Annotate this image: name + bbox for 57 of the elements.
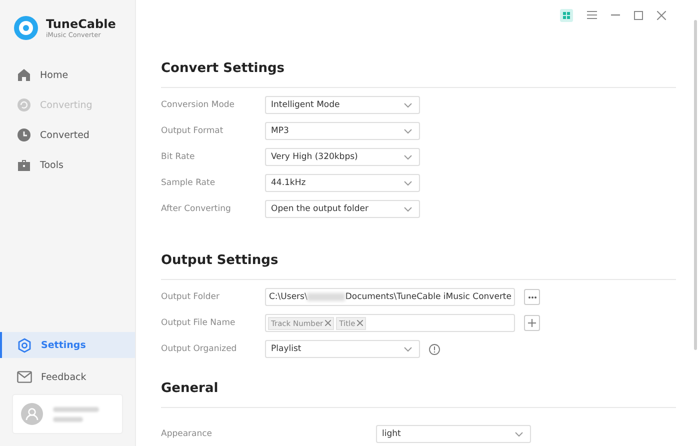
app-name: TuneCable xyxy=(46,16,116,30)
remove-icon[interactable] xyxy=(325,320,332,326)
section-title: Output Settings xyxy=(161,253,280,270)
browse-button[interactable] xyxy=(524,289,540,305)
section-title: Convert Settings xyxy=(161,61,286,78)
field-label: Sample Rate xyxy=(161,178,216,188)
blurred-text xyxy=(53,416,83,422)
mail-icon xyxy=(17,371,32,383)
dropdown[interactable]: MP3 xyxy=(265,122,420,140)
close-icon[interactable] xyxy=(657,10,666,20)
avatar-icon xyxy=(21,403,43,425)
blurred-text xyxy=(53,406,99,412)
grid-icon[interactable] xyxy=(560,8,573,22)
nav-item[interactable]: Feedback xyxy=(0,362,135,392)
add-button[interactable] xyxy=(524,315,540,331)
chevron-down-icon xyxy=(404,128,412,134)
dropdown[interactable]: light xyxy=(376,425,531,443)
blurred-text xyxy=(307,293,346,301)
plus-icon xyxy=(528,319,536,327)
field-label: Bit Rate xyxy=(161,152,196,162)
info-icon[interactable] xyxy=(429,344,440,354)
field-label: Output Folder xyxy=(161,292,220,302)
dropdown[interactable]: Intelligent Mode xyxy=(265,96,420,114)
field-label: Output Format xyxy=(161,126,224,136)
refresh-icon xyxy=(17,98,31,112)
section-title: General xyxy=(161,381,220,398)
field-label: Conversion Mode xyxy=(161,100,236,110)
path-text: Documents\TuneCable iMusic Converte xyxy=(345,292,512,302)
dropdown[interactable]: Open the output folder xyxy=(265,200,420,218)
maximize-icon[interactable] xyxy=(634,10,643,20)
home-icon xyxy=(17,68,31,82)
dropdown[interactable]: 44.1kHz xyxy=(265,174,420,192)
nav-item[interactable]: Tools xyxy=(0,150,135,180)
chevron-down-icon xyxy=(404,180,412,186)
settings-icon xyxy=(17,338,32,352)
field-label: Output File Name xyxy=(161,318,236,328)
chevron-down-icon xyxy=(404,154,412,160)
folder-path-field[interactable]: C:\Users\ Documents\TuneCable iMusic Converte xyxy=(265,288,515,306)
field-label: Output Organized xyxy=(161,344,238,354)
remove-icon[interactable] xyxy=(357,320,364,326)
dropdown[interactable]: Playlist xyxy=(265,340,420,358)
chevron-down-icon xyxy=(404,346,412,352)
nav-item[interactable]: Home xyxy=(0,60,135,90)
dropdown[interactable]: Very High (320kbps) xyxy=(265,148,420,166)
field-label: After Converting xyxy=(161,204,232,214)
field-label: Appearance xyxy=(161,429,214,439)
menu-icon[interactable] xyxy=(587,11,597,19)
nav-item[interactable]: Converted xyxy=(0,120,135,150)
chevron-down-icon xyxy=(515,432,523,436)
chevron-down-icon xyxy=(404,206,412,212)
logo-icon xyxy=(13,15,39,41)
ellipsis-icon xyxy=(528,296,536,298)
clock-icon xyxy=(17,128,31,142)
path-text: C:\Users\ xyxy=(269,292,308,302)
chevron-down-icon xyxy=(404,102,412,108)
toolbox-icon xyxy=(17,158,31,172)
minimize-icon[interactable] xyxy=(611,14,620,16)
